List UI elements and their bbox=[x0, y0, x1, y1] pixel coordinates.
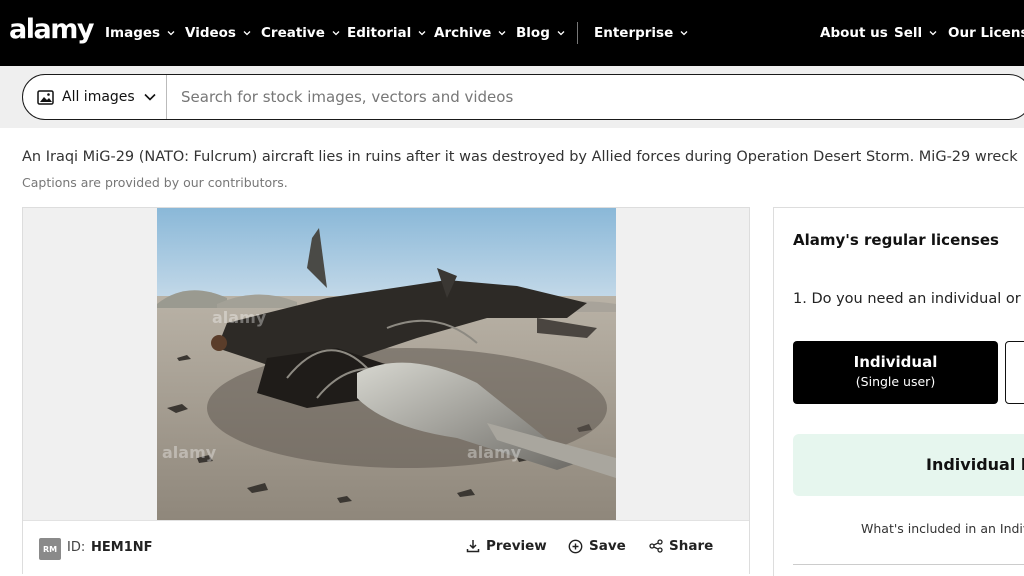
nav-our-licenses-label: Our Licenses bbox=[948, 25, 1024, 41]
nav-editorial[interactable]: Editorial bbox=[347, 25, 427, 41]
image-id-value: HEM1NF bbox=[91, 540, 153, 555]
nav-about-us[interactable]: About us bbox=[820, 25, 888, 41]
nav-creative[interactable]: Creative bbox=[261, 25, 341, 41]
share-icon bbox=[649, 539, 663, 553]
watermark: alamy bbox=[467, 443, 522, 462]
search-divider bbox=[166, 75, 167, 119]
preview-label: Preview bbox=[486, 538, 547, 554]
nav-blog-label: Blog bbox=[516, 25, 550, 41]
chevron-down-icon bbox=[557, 31, 565, 36]
image-icon bbox=[37, 89, 54, 105]
chevron-down-icon bbox=[418, 31, 426, 36]
chevron-down-icon bbox=[144, 93, 156, 101]
chevron-down-icon bbox=[167, 31, 175, 36]
license-question: 1. Do you need an individual or a team l… bbox=[793, 291, 1024, 307]
selected-license-title: Individual license bbox=[926, 455, 1024, 474]
nav-creative-label: Creative bbox=[261, 25, 325, 41]
rights-managed-badge: RM bbox=[39, 538, 61, 560]
save-button[interactable]: Save bbox=[568, 538, 626, 554]
search-scope-label: All images bbox=[62, 89, 135, 105]
chevron-down-icon bbox=[680, 31, 688, 36]
nav-sell-label: Sell bbox=[894, 25, 923, 41]
license-included-link[interactable]: What's included in an Individual license… bbox=[861, 521, 1024, 536]
image-caption: An Iraqi MiG-29 (NATO: Fulcrum) aircraft… bbox=[22, 149, 1018, 165]
preview-button[interactable]: Preview bbox=[466, 538, 547, 554]
nav-archive[interactable]: Archive bbox=[434, 25, 507, 41]
watermark: alamy bbox=[212, 308, 267, 327]
aircraft-wreck-photo bbox=[157, 208, 616, 520]
chevron-down-icon bbox=[332, 31, 340, 36]
share-label: Share bbox=[669, 538, 714, 554]
caption-note: Captions are provided by our contributor… bbox=[22, 175, 288, 190]
alamy-logo[interactable]: alamy bbox=[9, 14, 94, 45]
image-id-label: ID: bbox=[67, 540, 86, 555]
chevron-down-icon bbox=[498, 31, 506, 36]
plus-circle-icon bbox=[568, 539, 583, 553]
nav-about-us-label: About us bbox=[820, 25, 888, 41]
nav-images[interactable]: Images bbox=[105, 25, 176, 41]
nav-sell[interactable]: Sell bbox=[894, 25, 938, 41]
save-label: Save bbox=[589, 538, 626, 554]
individual-button-title: Individual bbox=[853, 353, 938, 371]
nav-archive-label: Archive bbox=[434, 25, 492, 41]
team-license-button[interactable] bbox=[1005, 341, 1024, 404]
search-band: All images bbox=[0, 66, 1024, 128]
nav-images-label: Images bbox=[105, 25, 161, 41]
individual-button-subtitle: (Single user) bbox=[855, 374, 936, 389]
selected-license-card: Individual license bbox=[793, 434, 1024, 496]
watermark: alamy bbox=[162, 443, 217, 462]
main-photo[interactable]: alamy alamy alamy bbox=[157, 208, 616, 520]
nav-divider bbox=[577, 22, 578, 44]
license-title: Alamy's regular licenses bbox=[793, 231, 999, 249]
search-input[interactable] bbox=[181, 75, 1001, 119]
share-button[interactable]: Share bbox=[649, 538, 713, 554]
nav-videos-label: Videos bbox=[185, 25, 236, 41]
nav-videos[interactable]: Videos bbox=[185, 25, 252, 41]
image-panel: alamy alamy alamy RM ID: HEM1NF Preview … bbox=[22, 207, 750, 574]
top-nav: alamy Images Videos Creative Editorial A… bbox=[0, 0, 1024, 66]
nav-enterprise[interactable]: Enterprise bbox=[594, 25, 689, 41]
nav-editorial-label: Editorial bbox=[347, 25, 412, 41]
search-bar: All images bbox=[22, 74, 1024, 120]
nav-blog[interactable]: Blog bbox=[516, 25, 566, 41]
nav-our-licenses[interactable]: Our Licenses bbox=[948, 25, 1024, 41]
search-scope-dropdown[interactable]: All images bbox=[37, 75, 157, 119]
chevron-down-icon bbox=[929, 31, 937, 36]
download-icon bbox=[466, 540, 480, 553]
nav-enterprise-label: Enterprise bbox=[594, 25, 674, 41]
image-footer: RM ID: HEM1NF Preview Save Share bbox=[23, 520, 749, 574]
chevron-down-icon bbox=[243, 31, 251, 36]
divider bbox=[793, 564, 1024, 565]
license-panel: Alamy's regular licenses 1. Do you need … bbox=[773, 207, 1024, 576]
individual-license-button[interactable]: Individual (Single user) bbox=[793, 341, 998, 404]
